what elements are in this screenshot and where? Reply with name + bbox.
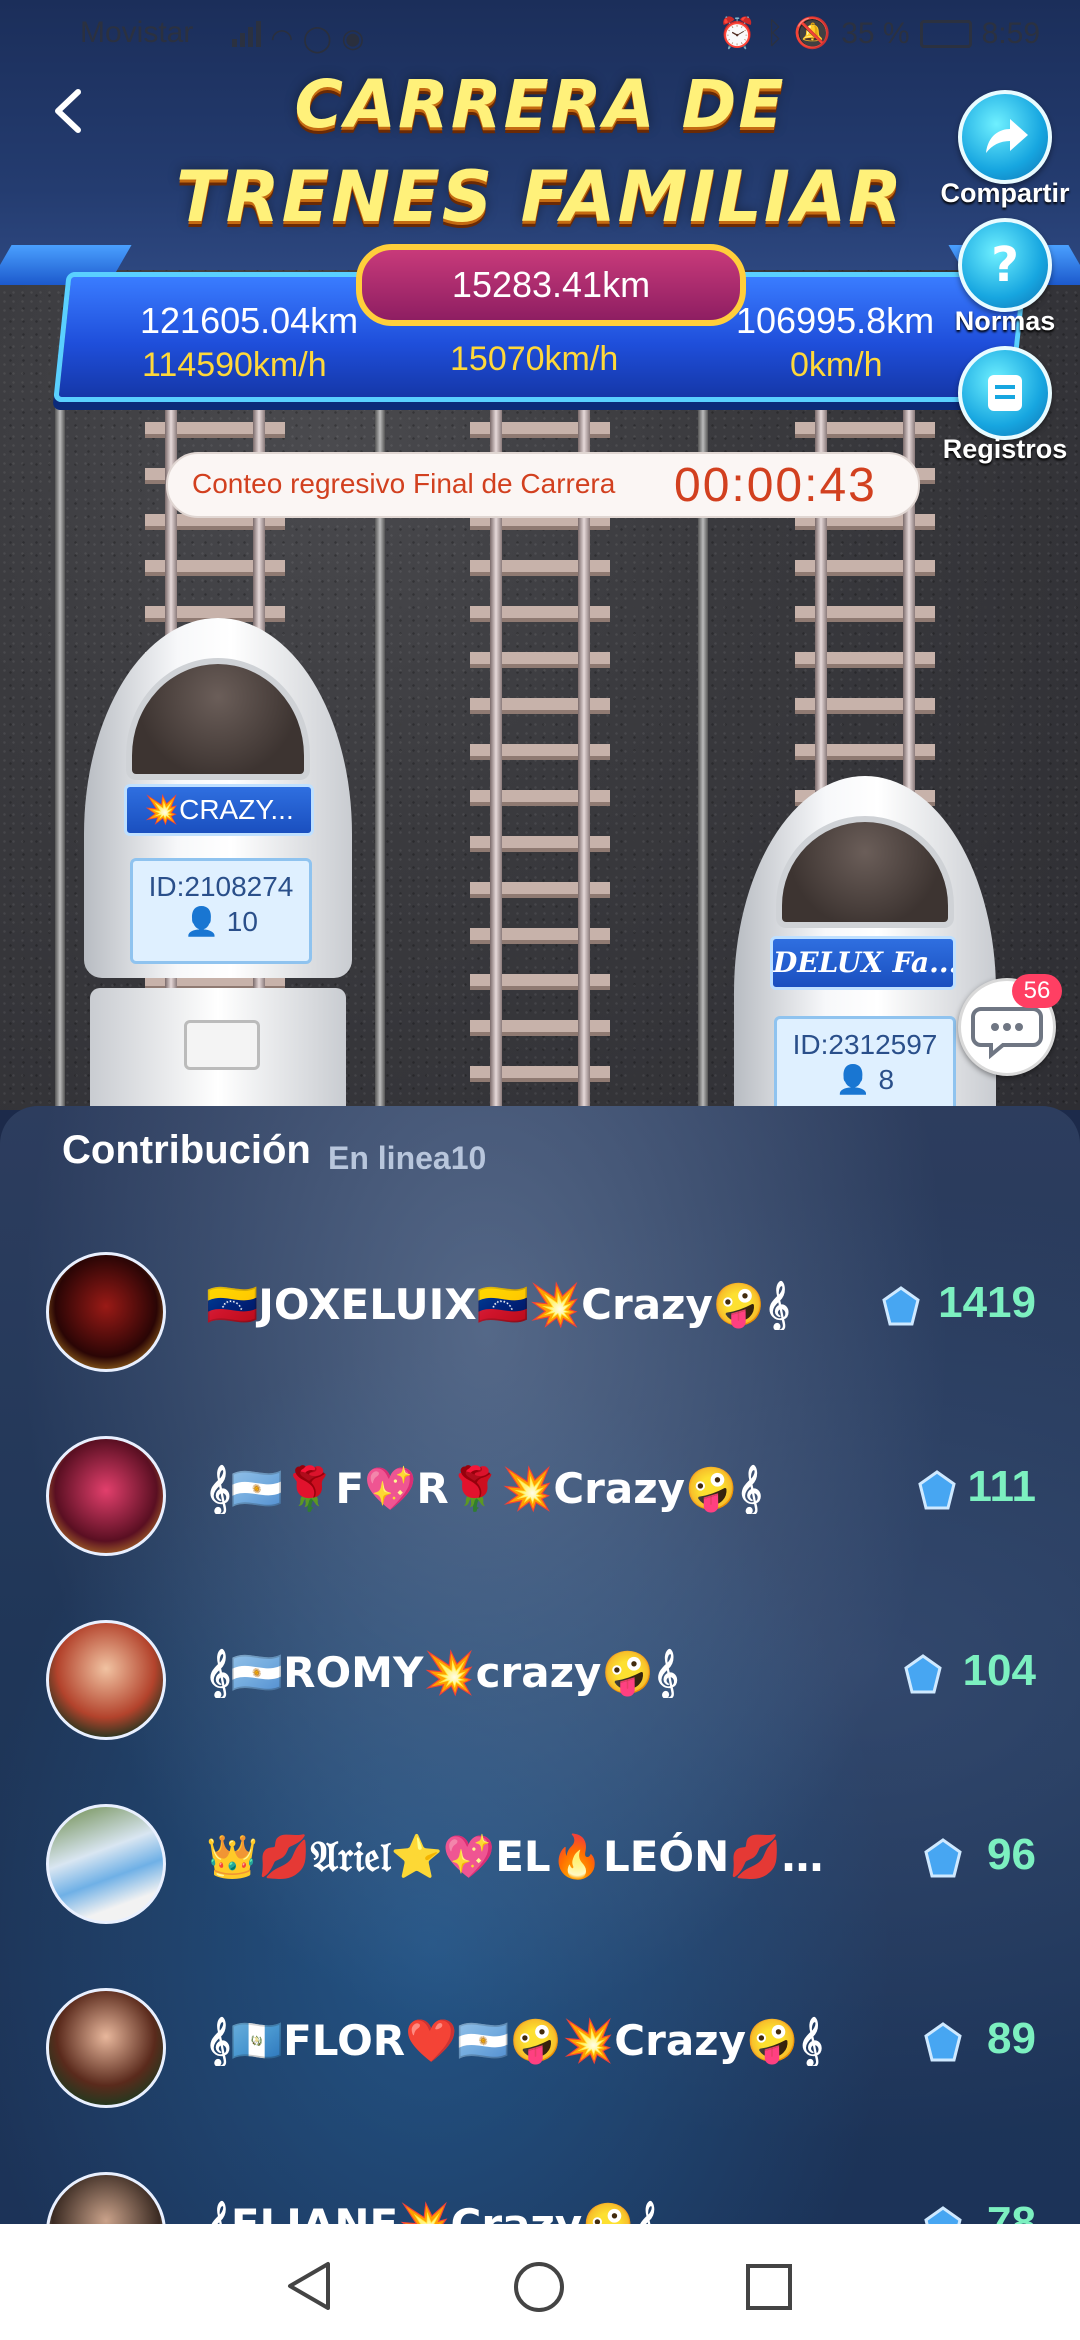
person-icon: 👤 bbox=[184, 906, 219, 937]
train-name-plate: DELUX Fa... bbox=[770, 936, 956, 990]
countdown-time: 00:00:43 bbox=[674, 459, 877, 512]
user-name: 𝄞🇦🇷ROMY💥crazy🤪𝄞 bbox=[206, 1648, 679, 1697]
back-button[interactable] bbox=[48, 88, 94, 134]
contribution-score: 78 bbox=[987, 2198, 1036, 2224]
user-name: 𝄞ELIANE💥Crazy🤪𝄞 bbox=[206, 2200, 896, 2224]
user-name: 👑💋𝔄𝔯𝔦𝔢𝔩⭐💖EL🔥LEÓN💋❤️... bbox=[206, 1832, 866, 1881]
question-icon: ? bbox=[958, 218, 1052, 312]
mute-icon: 🔕 bbox=[793, 17, 832, 50]
list-item[interactable]: 𝄞🇦🇷ROMY💥crazy🤪𝄞 104 bbox=[0, 1620, 1080, 1770]
person-icon: 👤 bbox=[835, 1064, 871, 1095]
avatar[interactable] bbox=[46, 1620, 166, 1740]
document-icon bbox=[958, 346, 1052, 440]
carrier-name: Movistar bbox=[80, 16, 194, 49]
nav-back-icon[interactable] bbox=[284, 2260, 336, 2312]
user-name: 🇻🇪JOXELUIX🇻🇪💥Crazy🤪𝄞 bbox=[206, 1280, 790, 1329]
share-icon bbox=[958, 90, 1052, 184]
signal-icon bbox=[232, 21, 261, 47]
records-button[interactable]: Registros bbox=[943, 346, 1067, 465]
train-id-text: ID:2108274 bbox=[148, 871, 294, 902]
train-car bbox=[90, 988, 346, 1110]
avatar[interactable] bbox=[46, 1988, 166, 2108]
train-right[interactable]: DELUX Fa... ID:2312597 👤 8 bbox=[734, 776, 996, 1110]
contribution-score: 104 bbox=[962, 1646, 1036, 1695]
center-speed: 15070km/h bbox=[450, 340, 619, 378]
alarm-icon: ⏰ bbox=[718, 17, 756, 50]
list-item[interactable]: 👑💋𝔄𝔯𝔦𝔢𝔩⭐💖EL🔥LEÓN💋❤️... 96 bbox=[0, 1804, 1080, 1954]
list-item[interactable]: 𝄞🇬🇹FLOR❤️🇦🇷🤪💥Crazy🤪𝄞 89 bbox=[0, 1988, 1080, 2138]
system-nav-bar bbox=[0, 2224, 1080, 2340]
share-button[interactable]: Compartir bbox=[940, 90, 1070, 209]
rules-button[interactable]: ? Normas bbox=[955, 218, 1055, 337]
diamond-icon bbox=[882, 1286, 920, 1326]
train-id-plate: ID:2312597 👤 8 bbox=[774, 1016, 956, 1110]
list-item[interactable]: 🇻🇪JOXELUIX🇻🇪💥Crazy🤪𝄞 1419 bbox=[0, 1252, 1080, 1402]
train-door bbox=[184, 1020, 260, 1070]
messenger-icon: ◉ bbox=[341, 24, 365, 54]
nav-home-icon[interactable] bbox=[512, 2260, 566, 2314]
contribution-score: 89 bbox=[987, 2014, 1036, 2063]
race-area: 💥CRAZY... ID:2108274 👤 10 DELUX Fa... ID… bbox=[0, 0, 1080, 1110]
battery-percent: 35 % bbox=[841, 16, 910, 50]
train-members: 👤 8 bbox=[777, 1063, 953, 1096]
back-arrow-icon bbox=[55, 89, 81, 133]
nav-recents-icon[interactable] bbox=[744, 2262, 794, 2312]
battery-icon bbox=[919, 19, 972, 48]
train-member-count: 8 bbox=[878, 1064, 895, 1095]
share-label: Compartir bbox=[940, 178, 1070, 208]
wifi-icon: ◠ bbox=[270, 24, 294, 54]
contribution-panel: Contribución En linea10 🇻🇪JOXELUIX🇻🇪💥Cra… bbox=[0, 1106, 1080, 2224]
whatsapp-icon: ◯ bbox=[302, 24, 332, 54]
list-item[interactable]: 𝄞ELIANE💥Crazy🤪𝄞 78 bbox=[0, 2172, 1080, 2224]
train-name-plate: 💥CRAZY... bbox=[124, 784, 314, 836]
contribution-score: 111 bbox=[967, 1462, 1036, 1511]
chat-unread-badge: 56 bbox=[1012, 974, 1062, 1008]
contribution-score: 1419 bbox=[938, 1278, 1036, 1327]
train-id-text: ID:2312597 bbox=[792, 1029, 938, 1060]
avatar[interactable] bbox=[46, 1252, 166, 1372]
contribution-score: 96 bbox=[987, 1830, 1036, 1879]
user-name: 𝄞🇬🇹FLOR❤️🇦🇷🤪💥Crazy🤪𝄞 bbox=[206, 2016, 824, 2065]
right-speed: 0km/h bbox=[790, 346, 883, 384]
status-icons-right: ⏰ ᛒ 🔕 35 % 8:59 bbox=[719, 16, 1041, 51]
right-distance: 106995.8km bbox=[736, 300, 935, 341]
user-name: 𝄞🇦🇷🌹F💖R🌹💥Crazy🤪𝄞 bbox=[206, 1464, 763, 1513]
train-id-plate: ID:2108274 👤 10 bbox=[130, 858, 312, 964]
countdown-banner: Conteo regresivo Final de Carrera 00:00:… bbox=[166, 452, 920, 518]
avatar[interactable] bbox=[46, 1804, 166, 1924]
countdown-label: Conteo regresivo Final de Carrera bbox=[192, 468, 616, 499]
left-speed: 114590km/h bbox=[142, 346, 327, 384]
train-member-count: 10 bbox=[226, 906, 258, 937]
left-distance: 121605.04km bbox=[140, 300, 359, 341]
avatar[interactable] bbox=[46, 2172, 166, 2224]
train-left[interactable]: 💥CRAZY... ID:2108274 👤 10 bbox=[84, 618, 352, 1110]
list-item[interactable]: 𝄞🇦🇷🌹F💖R🌹💥Crazy🤪𝄞 111 bbox=[0, 1436, 1080, 1586]
online-count: En linea10 bbox=[328, 1140, 487, 1176]
contribution-title: Contribución bbox=[62, 1128, 311, 1172]
track-divider bbox=[55, 400, 65, 1110]
bluetooth-icon: ᛒ bbox=[765, 16, 784, 50]
page-title-line2: TRENES FAMILIAR bbox=[175, 156, 905, 238]
records-label: Registros bbox=[942, 434, 1068, 464]
status-icons-left: ◠ ◯ ◉ bbox=[232, 20, 364, 55]
center-distance: 15283.41km bbox=[356, 244, 746, 326]
clock: 8:59 bbox=[981, 16, 1040, 50]
rules-label: Normas bbox=[954, 306, 1056, 336]
train-members: 👤 10 bbox=[133, 905, 309, 938]
page-title-line1: CARRERA DE bbox=[294, 66, 786, 143]
avatar[interactable] bbox=[46, 1436, 166, 1556]
